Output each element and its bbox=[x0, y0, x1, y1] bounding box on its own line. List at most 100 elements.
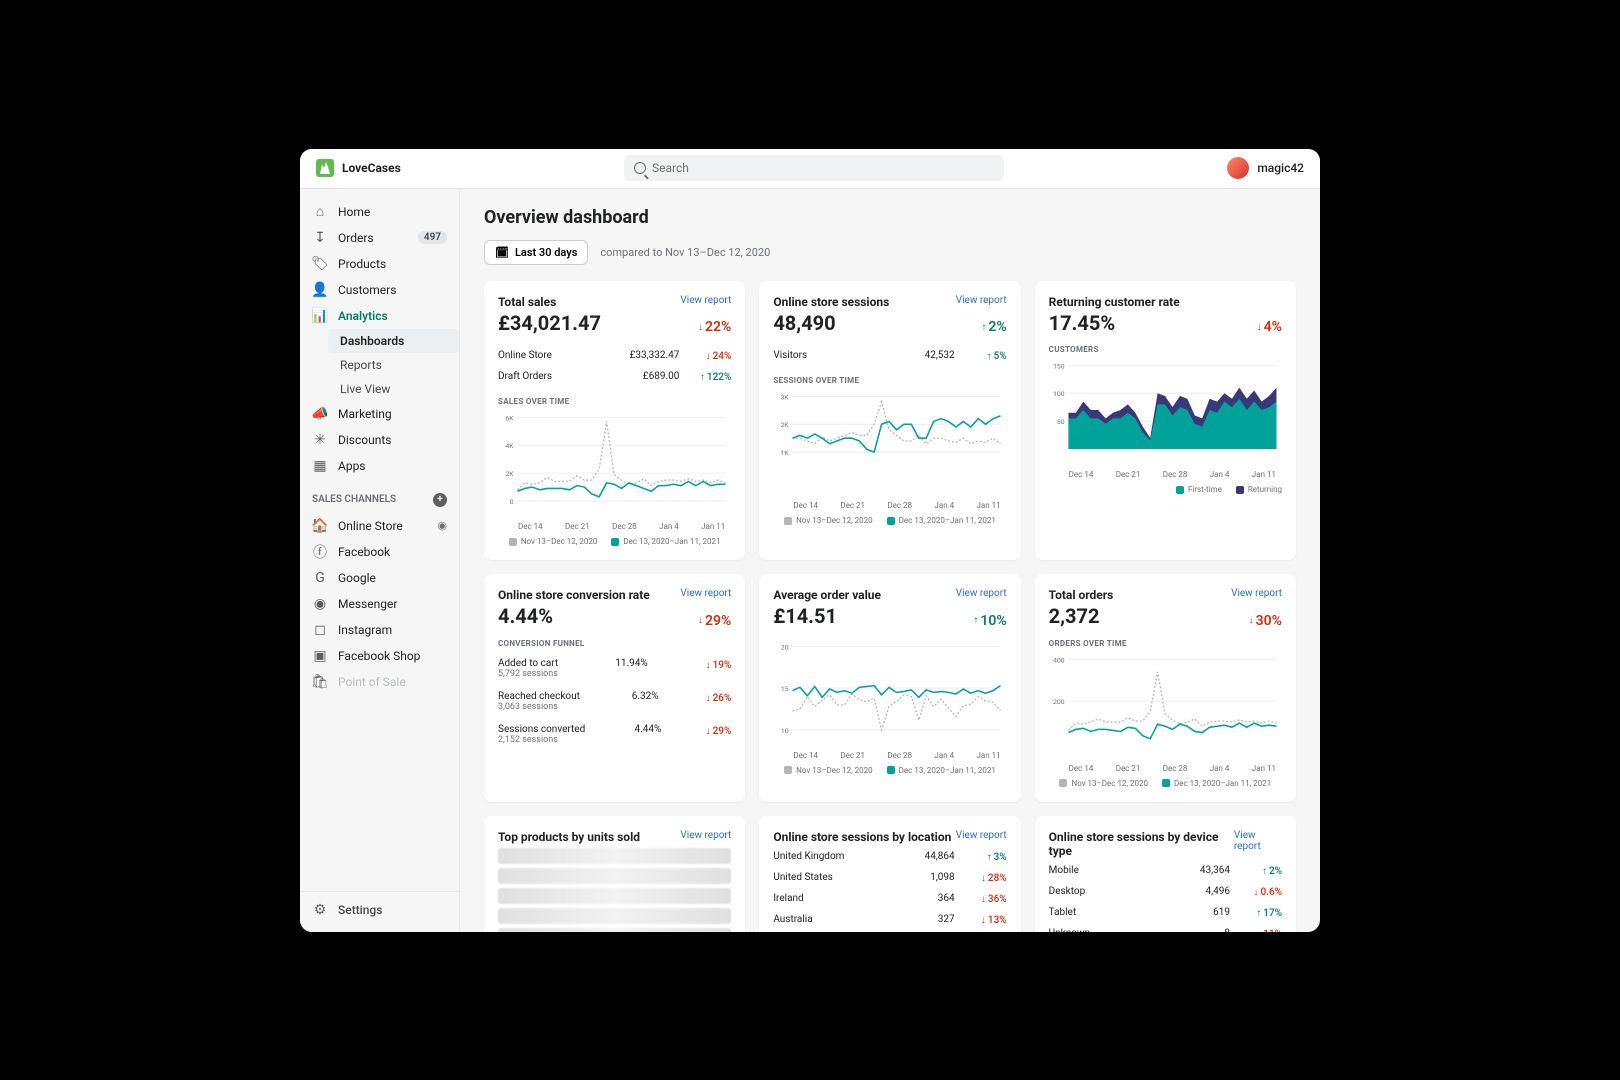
channel-facebook-shop[interactable]: ▣ Facebook Shop bbox=[300, 643, 459, 669]
pos-icon: 🛍 bbox=[312, 674, 328, 690]
card-title: Total orders bbox=[1049, 588, 1114, 602]
aov-chart: 101520Dec 14Dec 21Dec 28Jan 4Jan 11 bbox=[773, 639, 1006, 760]
subnav-live-view[interactable]: Live View bbox=[328, 377, 459, 401]
blurred-product-row bbox=[498, 848, 731, 864]
svg-text:1K: 1K bbox=[781, 449, 790, 457]
svg-text:15: 15 bbox=[781, 685, 789, 693]
channel-label: Instagram bbox=[338, 623, 392, 637]
view-report-link[interactable]: View report bbox=[956, 588, 1007, 599]
nav-discounts[interactable]: ✳ Discounts bbox=[300, 427, 459, 453]
view-report-link[interactable]: View report bbox=[1231, 588, 1282, 599]
channel-label: Online Store bbox=[338, 519, 403, 533]
svg-text:6K: 6K bbox=[505, 414, 514, 422]
nav-apps[interactable]: ▦ Apps bbox=[300, 453, 459, 479]
location-row: United States1,098 ↓28% bbox=[773, 867, 1006, 888]
sidebar: ⌂ Home↧ Orders497🏷 Products👤 Customers📊 … bbox=[300, 189, 460, 932]
view-report-link[interactable]: View report bbox=[956, 830, 1007, 841]
date-range-label: Last 30 days bbox=[515, 246, 577, 259]
main-content: Overview dashboard 🗓 Last 30 days compar… bbox=[460, 189, 1320, 932]
nav-label: Products bbox=[338, 257, 386, 271]
view-report-link[interactable]: View report bbox=[680, 830, 731, 841]
compare-text: compared to Nov 13–Dec 12, 2020 bbox=[600, 246, 770, 259]
gear-icon: ⚙ bbox=[312, 902, 328, 918]
svg-text:20: 20 bbox=[781, 643, 789, 651]
funnel-row: Reached checkout3,063 sessions 6.32% ↓26… bbox=[498, 685, 731, 718]
sales-axis-label: SALES OVER TIME bbox=[498, 397, 731, 406]
apps-icon: ▦ bbox=[312, 458, 328, 474]
settings-button[interactable]: ⚙ Settings bbox=[300, 891, 459, 932]
card-title: Top products by units sold bbox=[498, 830, 640, 844]
sales-channels-label: SALES CHANNELS bbox=[312, 494, 396, 505]
returning-delta: ↓4% bbox=[1257, 319, 1282, 335]
add-channel-icon[interactable]: + bbox=[433, 493, 447, 507]
channel-label: Facebook Shop bbox=[338, 649, 420, 663]
channel-instagram[interactable]: ◻ Instagram bbox=[300, 617, 459, 643]
funnel-label: CONVERSION FUNNEL bbox=[498, 639, 731, 648]
total-sales-value: £34,021.47 bbox=[498, 311, 601, 335]
card-sessions-device: Online store sessions by device type Vie… bbox=[1035, 816, 1296, 932]
returning-value: 17.45% bbox=[1049, 311, 1115, 335]
view-report-link[interactable]: View report bbox=[1234, 830, 1282, 852]
nav-orders[interactable]: ↧ Orders497 bbox=[300, 225, 459, 251]
global-search[interactable]: Search bbox=[624, 155, 1004, 181]
nav-label: Apps bbox=[338, 459, 366, 473]
svg-text:100: 100 bbox=[1053, 390, 1065, 398]
nav-home[interactable]: ⌂ Home bbox=[300, 199, 459, 225]
customers-icon: 👤 bbox=[312, 282, 328, 298]
aov-value: £14.51 bbox=[773, 604, 837, 628]
view-report-link[interactable]: View report bbox=[680, 295, 731, 306]
discounts-icon: ✳ bbox=[312, 432, 328, 448]
cards-grid: Total sales View report £34,021.47 ↓22% … bbox=[484, 281, 1296, 932]
date-range-button[interactable]: 🗓 Last 30 days bbox=[484, 240, 588, 265]
view-report-link[interactable]: View report bbox=[680, 588, 731, 599]
svg-text:2K: 2K bbox=[505, 470, 514, 478]
google-icon: G bbox=[312, 570, 328, 586]
body: ⌂ Home↧ Orders497🏷 Products👤 Customers📊 … bbox=[300, 189, 1320, 932]
nav-customers[interactable]: 👤 Customers bbox=[300, 277, 459, 303]
nav-products[interactable]: 🏷 Products bbox=[300, 251, 459, 277]
subnav-dashboards[interactable]: Dashboards bbox=[328, 329, 459, 353]
device-row: Unknown8↓11% bbox=[1049, 923, 1282, 932]
nav-marketing[interactable]: 📣 Marketing bbox=[300, 401, 459, 427]
store-icon: 🏠 bbox=[312, 518, 328, 534]
blurred-product-row bbox=[498, 888, 731, 904]
channel-facebook[interactable]: ⓕ Facebook bbox=[300, 539, 459, 565]
svg-text:2K: 2K bbox=[781, 421, 790, 429]
svg-text:3K: 3K bbox=[781, 393, 790, 401]
card-orders: Total orders View report 2,372 ↓30% ORDE… bbox=[1035, 574, 1296, 802]
orders-icon: ↧ bbox=[312, 230, 328, 246]
card-title: Online store conversion rate bbox=[498, 588, 650, 602]
funnel-row: Sessions converted2,152 sessions 4.44% ↓… bbox=[498, 718, 731, 751]
eye-icon[interactable]: ◉ bbox=[437, 519, 447, 532]
channel-label: Facebook bbox=[338, 545, 390, 559]
subnav-reports[interactable]: Reports bbox=[328, 353, 459, 377]
nav-label: Customers bbox=[338, 283, 396, 297]
username: magic42 bbox=[1257, 161, 1304, 175]
axis-label: ORDERS OVER TIME bbox=[1049, 639, 1282, 648]
avatar bbox=[1227, 157, 1249, 179]
user-menu[interactable]: magic42 bbox=[1227, 157, 1304, 179]
device-row: Mobile43,364↑2% bbox=[1049, 860, 1282, 881]
svg-text:50: 50 bbox=[1057, 418, 1065, 426]
search-placeholder: Search bbox=[652, 161, 689, 175]
nav-label: Home bbox=[338, 205, 370, 219]
svg-text:200: 200 bbox=[1053, 698, 1065, 706]
total-sales-row: Online Store £33,332.47 ↓24% bbox=[498, 345, 731, 366]
location-row: United Kingdom44,864 ↑3% bbox=[773, 846, 1006, 867]
channel-online-store[interactable]: 🏠 Online Store ◉ bbox=[300, 513, 459, 539]
card-title: Online store sessions by device type bbox=[1049, 830, 1234, 858]
sessions-row: Visitors 42,532 ↑5% bbox=[773, 345, 1006, 366]
channel-messenger[interactable]: ◉ Messenger bbox=[300, 591, 459, 617]
nav-analytics[interactable]: 📊 Analytics bbox=[300, 303, 459, 329]
channel-label: Messenger bbox=[338, 597, 397, 611]
search-icon bbox=[634, 162, 646, 174]
device-row: Desktop4,496↓0.6% bbox=[1049, 881, 1282, 902]
nav-badge: 497 bbox=[418, 231, 447, 244]
channel-google[interactable]: G Google bbox=[300, 565, 459, 591]
blurred-product-row bbox=[498, 908, 731, 924]
view-report-link[interactable]: View report bbox=[956, 295, 1007, 306]
channel-point-of-sale[interactable]: 🛍 Point of Sale bbox=[300, 669, 459, 695]
sessions-chart: 1K2K3KDec 14Dec 21Dec 28Jan 4Jan 11 bbox=[773, 389, 1006, 510]
admin-frame: LoveCases Search magic42 ⌂ Home↧ Orders4… bbox=[300, 149, 1320, 932]
card-total-sales: Total sales View report £34,021.47 ↓22% … bbox=[484, 281, 745, 561]
